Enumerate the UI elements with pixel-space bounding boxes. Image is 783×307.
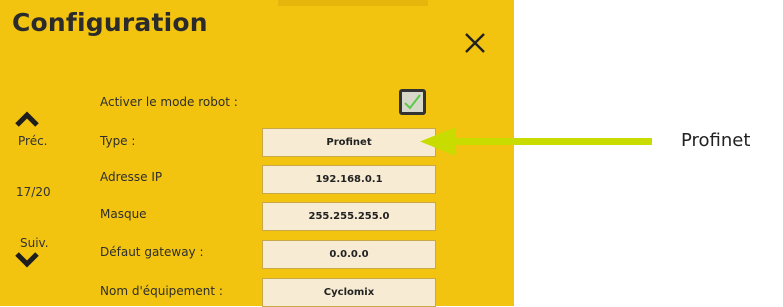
type-select[interactable]: Profinet [262, 128, 436, 157]
arrow-head [420, 127, 456, 156]
mask-label: Masque [100, 207, 147, 221]
page-counter: 17/20 [16, 185, 51, 199]
previous-label[interactable]: Préc. [18, 134, 48, 148]
robot-mode-checkbox[interactable] [399, 89, 426, 115]
next-label[interactable]: Suiv. [20, 236, 49, 250]
chevron-down-icon[interactable] [14, 250, 40, 268]
arrow-shaft [450, 138, 652, 145]
type-label: Type : [100, 134, 136, 148]
annotation-label: Profinet [681, 130, 751, 151]
device-name-label: Nom d'équipement : [100, 284, 223, 298]
dialog-title: Configuration [12, 8, 208, 37]
device-name-field[interactable]: Cyclomix [262, 278, 436, 307]
annotation-arrow-icon [420, 127, 652, 156]
mask-field[interactable]: 255.255.255.0 [262, 202, 436, 231]
top-accent-bar [278, 0, 428, 6]
checkmark-icon [404, 94, 421, 110]
close-icon[interactable] [462, 30, 488, 56]
robot-mode-label: Activer le mode robot : [100, 95, 238, 109]
chevron-up-icon[interactable] [14, 110, 40, 128]
ip-address-field[interactable]: 192.168.0.1 [262, 165, 436, 194]
gateway-field[interactable]: 0.0.0.0 [262, 240, 436, 269]
ip-address-label: Adresse IP [100, 170, 163, 184]
gateway-label: Défaut gateway : [100, 245, 204, 259]
